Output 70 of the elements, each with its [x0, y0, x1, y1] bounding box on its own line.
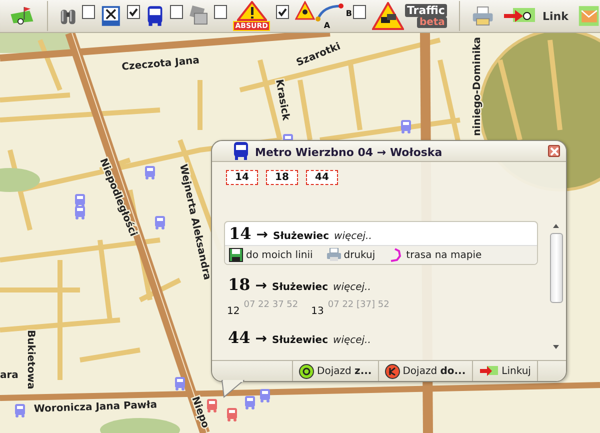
- street-label: Woronicza Jana Pawła: [34, 400, 158, 415]
- layer-checkbox[interactable]: [170, 5, 183, 19]
- beta-badge: beta: [417, 17, 447, 28]
- bus-stop-icon[interactable]: [260, 389, 270, 402]
- footer-button[interactable]: Dojazd z...: [293, 361, 379, 381]
- layer-checkbox[interactable]: [82, 5, 95, 19]
- link-button[interactable]: Link: [499, 6, 572, 26]
- layer-checkbox[interactable]: [126, 5, 140, 19]
- direction-arrow: →: [255, 331, 267, 347]
- traffic-warning-icon[interactable]: [372, 2, 404, 30]
- popup-title: Metro Wierzbno 04 → Wołoska: [255, 146, 444, 158]
- street-label: ara: [0, 370, 18, 381]
- street-label: Czeczota Jana: [121, 55, 200, 73]
- scroll-thumb[interactable]: [550, 233, 562, 303]
- route-end-label: B: [346, 9, 352, 18]
- line-number: 14: [229, 224, 252, 243]
- bus-stop-icon[interactable]: [227, 408, 237, 422]
- line-link[interactable]: 18: [266, 170, 298, 185]
- close-button[interactable]: [548, 145, 560, 157]
- bus-stop-icon[interactable]: [145, 166, 155, 180]
- line-number: 18: [228, 275, 250, 294]
- entry-action[interactable]: drukuj: [326, 248, 376, 262]
- departure-hour: 12: [227, 306, 240, 317]
- street-label: Bukietowa: [25, 330, 36, 390]
- departure-hour: 13: [311, 306, 324, 317]
- bus-stop-icon[interactable]: [175, 377, 185, 390]
- bus-stop-icon[interactable]: [207, 399, 217, 412]
- fork-knife-icon[interactable]: [100, 4, 121, 28]
- link-arrow-icon: [478, 365, 499, 377]
- layer-checkbox[interactable]: [353, 5, 366, 19]
- route-curve-icon[interactable]: [314, 1, 345, 23]
- more-link[interactable]: więcej..: [333, 282, 371, 293]
- warning-icon[interactable]: [236, 1, 267, 21]
- more-link[interactable]: więcej..: [334, 231, 372, 242]
- printer-icon[interactable]: [472, 5, 494, 27]
- traffic-label: Traffic: [404, 4, 447, 17]
- entry-action[interactable]: do moich linii: [229, 248, 313, 262]
- route-line-icon: [389, 248, 404, 262]
- direction-arrow: →: [256, 227, 268, 243]
- end-marker-icon: [384, 364, 400, 378]
- layer-checkbox[interactable]: [276, 5, 289, 19]
- start-marker-icon: [299, 364, 314, 378]
- line-link[interactable]: 44: [306, 170, 338, 185]
- entry-action[interactable]: trasa na mapie: [389, 248, 482, 262]
- line-link[interactable]: 14: [226, 170, 258, 185]
- bus-stop-icon[interactable]: [155, 216, 165, 230]
- bus-icon: [233, 142, 249, 160]
- direction-arrow: →: [255, 278, 267, 294]
- roadwork-icon[interactable]: [294, 1, 315, 21]
- layer-checkbox[interactable]: [214, 5, 228, 19]
- bus-stop-icon[interactable]: [401, 120, 411, 134]
- street-label: Krasick: [273, 78, 292, 122]
- destination-name: Służewiec: [272, 335, 328, 346]
- bus-stop-icon[interactable]: [245, 396, 255, 410]
- bus-stop-icon[interactable]: [75, 194, 85, 208]
- departure-minutes: 07 22 [37] 52: [328, 300, 390, 310]
- departure-minutes: 07 22 37 52: [244, 300, 298, 310]
- more-link[interactable]: więcej..: [333, 335, 371, 346]
- bus-stop-icon[interactable]: [75, 206, 85, 220]
- destination-name: Służewiec: [273, 231, 330, 242]
- footer-button[interactable]: Linkuj: [472, 361, 538, 381]
- bus-icon[interactable]: [146, 4, 164, 28]
- destination-name: Służewiec: [272, 282, 328, 293]
- street-label: Niepo: [189, 395, 211, 430]
- footer-button[interactable]: Dojazd do...: [378, 361, 473, 381]
- park-area: [0, 168, 40, 192]
- route-start-label: A: [324, 21, 330, 30]
- line-number: 44: [228, 328, 250, 347]
- street-label: niniego-Dominika: [472, 36, 483, 136]
- bus-stop-icon[interactable]: [15, 404, 25, 418]
